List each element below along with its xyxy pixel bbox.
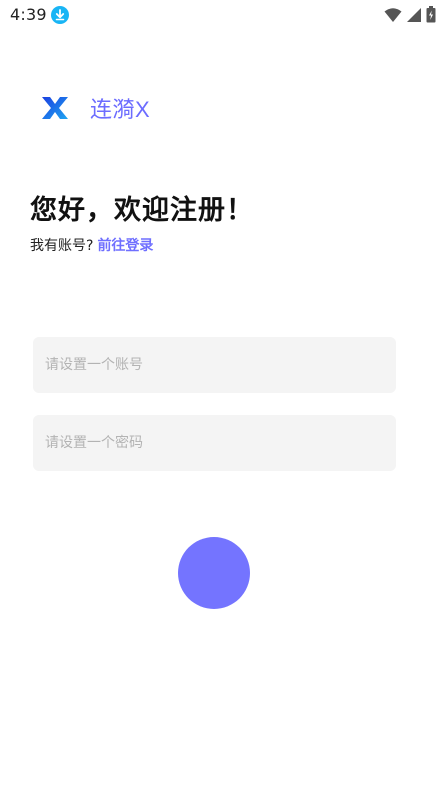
account-field-container	[33, 337, 396, 393]
status-time: 4:39	[10, 5, 47, 24]
submit-button[interactable]	[178, 537, 250, 609]
download-icon	[51, 6, 69, 24]
password-input[interactable]	[43, 434, 386, 452]
signal-icon	[407, 7, 421, 22]
login-prompt: 我有账号? 前往登录	[30, 235, 153, 255]
page-title: 您好，欢迎注册！	[30, 195, 254, 226]
x-logo-icon	[42, 97, 68, 119]
status-bar: 4:39	[0, 0, 446, 30]
status-icons	[384, 6, 436, 23]
account-input[interactable]	[43, 356, 386, 374]
have-account-text: 我有账号?	[30, 238, 94, 254]
brand-header: 连漪X	[40, 92, 150, 124]
wifi-icon	[384, 7, 402, 22]
go-login-link[interactable]: 前往登录	[97, 235, 153, 255]
battery-icon	[426, 6, 436, 23]
brand-name: 连漪X	[90, 97, 151, 122]
password-field-container	[33, 415, 396, 471]
